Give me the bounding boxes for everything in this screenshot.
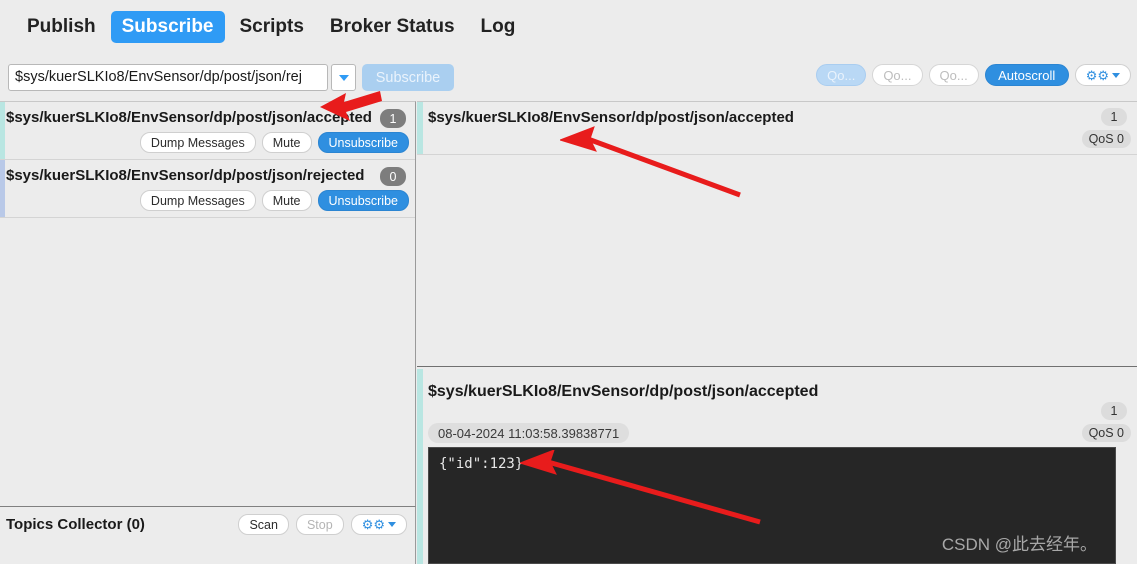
- topic-history-dropdown[interactable]: [331, 64, 356, 91]
- tab-publish[interactable]: Publish: [16, 11, 107, 43]
- detail-accent-stripe: [417, 369, 423, 564]
- subscription-list-panel: $sys/kuerSLKIo8/EnvSensor/dp/post/json/a…: [0, 101, 416, 506]
- gear-icon: ⚙⚙: [1085, 67, 1109, 83]
- dump-messages-button[interactable]: Dump Messages: [139, 190, 256, 211]
- message-qos-badge: QoS 0: [1081, 130, 1131, 148]
- chevron-down-icon: [1112, 72, 1120, 78]
- qos0-button[interactable]: Qo...: [816, 64, 867, 86]
- dump-messages-button[interactable]: Dump Messages: [139, 132, 256, 153]
- qos1-button[interactable]: Qo...: [872, 64, 923, 86]
- subscribe-toolbar: $sys/kuerSLKIo8/EnvSensor/dp/post/json/r…: [0, 54, 1137, 101]
- mqtt-client-window: Publish Subscribe Scripts Broker Status …: [0, 0, 1137, 564]
- row-accent-stripe: [0, 160, 5, 217]
- unsubscribe-button[interactable]: Unsubscribe: [317, 190, 409, 211]
- topics-collector-title: Topics Collector (0): [6, 516, 145, 533]
- subscription-topic: $sys/kuerSLKIo8/EnvSensor/dp/post/json/r…: [6, 167, 365, 184]
- csdn-watermark: CSDN @此去经年。: [941, 535, 1097, 554]
- main-tab-bar: Publish Subscribe Scripts Broker Status …: [0, 0, 1137, 54]
- subscription-actions: Dump Messages Mute Unsubscribe: [139, 132, 409, 153]
- message-topic: $sys/kuerSLKIo8/EnvSensor/dp/post/json/a…: [428, 109, 794, 126]
- message-count-badge: 1: [1101, 108, 1127, 126]
- subscribe-button[interactable]: Subscribe: [362, 64, 454, 91]
- gear-icon: ⚙⚙: [361, 517, 385, 532]
- stop-button[interactable]: Stop: [295, 514, 344, 535]
- detail-qos-badge: QoS 0: [1081, 424, 1131, 442]
- detail-topic: $sys/kuerSLKIo8/EnvSensor/dp/post/json/a…: [428, 383, 819, 400]
- tab-subscribe[interactable]: Subscribe: [110, 11, 225, 43]
- subscription-count-badge: 0: [380, 167, 406, 186]
- detail-count-badge: 1: [1101, 402, 1127, 420]
- tab-broker-status[interactable]: Broker Status: [319, 11, 466, 43]
- subscription-row[interactable]: $sys/kuerSLKIo8/EnvSensor/dp/post/json/r…: [0, 160, 415, 218]
- mute-button[interactable]: Mute: [261, 190, 312, 211]
- autoscroll-toggle[interactable]: Autoscroll: [984, 64, 1069, 86]
- topic-input[interactable]: $sys/kuerSLKIo8/EnvSensor/dp/post/json/r…: [8, 64, 328, 91]
- message-list-panel: $sys/kuerSLKIo8/EnvSensor/dp/post/json/a…: [417, 101, 1137, 367]
- mute-button[interactable]: Mute: [261, 132, 312, 153]
- message-payload-box[interactable]: {"id":123} 代表发送成功 CSDN @此去经年。: [428, 447, 1116, 564]
- chevron-down-icon: [338, 74, 349, 81]
- topics-collector-panel: Topics Collector (0) Scan Stop ⚙⚙: [0, 506, 416, 564]
- tab-scripts[interactable]: Scripts: [229, 11, 315, 43]
- subscribe-options-group: Qo... Qo... Qo... Autoscroll ⚙⚙: [816, 64, 1131, 86]
- message-payload-text: {"id":123}: [439, 456, 524, 472]
- subscription-row[interactable]: $sys/kuerSLKIo8/EnvSensor/dp/post/json/a…: [0, 102, 415, 160]
- topics-collector-actions: Scan Stop ⚙⚙: [238, 514, 407, 535]
- detail-timestamp: 08-04-2024 11:03:58.39838771: [428, 423, 630, 443]
- row-accent-stripe: [417, 102, 423, 154]
- qos2-button[interactable]: Qo...: [928, 64, 979, 86]
- message-row[interactable]: $sys/kuerSLKIo8/EnvSensor/dp/post/json/a…: [417, 102, 1137, 155]
- topics-collector-settings-button[interactable]: ⚙⚙: [350, 514, 407, 535]
- subscription-actions: Dump Messages Mute Unsubscribe: [139, 190, 409, 211]
- subscription-topic: $sys/kuerSLKIo8/EnvSensor/dp/post/json/a…: [6, 109, 372, 126]
- tab-log[interactable]: Log: [470, 11, 527, 43]
- scan-button[interactable]: Scan: [238, 514, 289, 535]
- message-detail-panel: $sys/kuerSLKIo8/EnvSensor/dp/post/json/a…: [417, 369, 1137, 564]
- subscription-count-badge: 1: [380, 109, 406, 128]
- chevron-down-icon: [388, 522, 396, 527]
- unsubscribe-button[interactable]: Unsubscribe: [317, 132, 409, 153]
- row-accent-stripe: [0, 102, 5, 159]
- subscribe-settings-button[interactable]: ⚙⚙: [1074, 64, 1131, 86]
